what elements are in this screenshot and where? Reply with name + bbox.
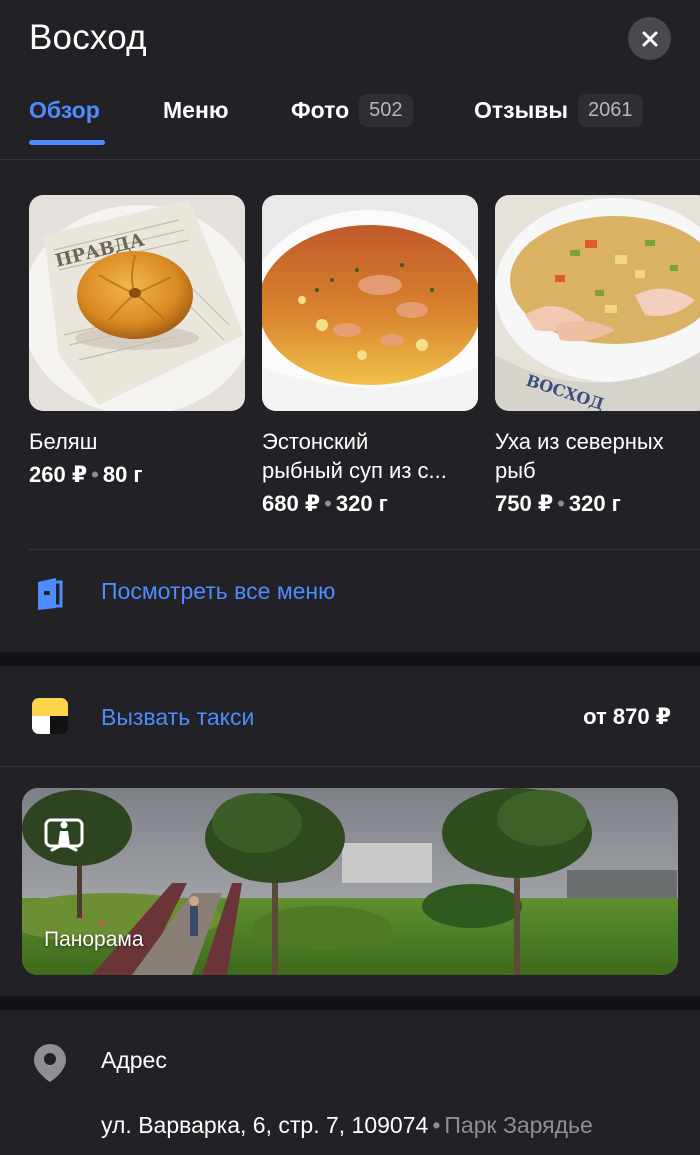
tab-overview[interactable]: Обзор <box>29 88 100 132</box>
dish-weight: 320 г <box>568 491 621 516</box>
tab-bar: Обзор Меню Фото 502 Отзывы 2061 <box>0 88 700 148</box>
tab-menu-label: Меню <box>163 96 229 123</box>
tab-overview-label: Обзор <box>29 96 100 123</box>
tab-reviews[interactable]: Отзывы 2061 <box>474 88 643 132</box>
dish-price: 680 ₽ <box>262 491 321 516</box>
dish-photo-fish-soup <box>262 195 478 411</box>
close-icon <box>642 31 657 46</box>
dish-name-line: Беляш <box>29 429 98 454</box>
location-pin-icon <box>34 1044 66 1082</box>
dish-price-weight: 750 ₽ • 320 г <box>495 491 700 517</box>
dish-photo-belyash: ПРАВДА <box>29 195 245 411</box>
dish-name: Беляш <box>29 427 245 456</box>
separator-dot: • <box>324 491 332 516</box>
place-title: Восход <box>29 18 147 57</box>
section-separator <box>0 652 700 666</box>
view-all-menu-label: Посмотреть все меню <box>101 578 336 604</box>
taxi-price: от 870 ₽ <box>583 704 671 729</box>
address-title: Адрес <box>101 1047 167 1073</box>
dish-price: 260 ₽ <box>29 462 88 487</box>
dish-name: Эстонский рыбный суп из с... <box>262 427 478 485</box>
active-tab-indicator <box>29 140 105 145</box>
yandex-taxi-icon <box>32 698 68 734</box>
separator-dot: • <box>557 491 565 516</box>
dish-name-line: рыб <box>495 458 536 483</box>
dish-card[interactable]: ПРАВДА Беляш 260 ₽ • 80 г <box>29 195 245 488</box>
dish-photo-ukha: ВОСХОД <box>495 195 700 411</box>
tab-menu[interactable]: Меню <box>163 88 229 132</box>
menu-book-icon <box>38 578 63 610</box>
landmark: Парк Зарядье <box>444 1112 593 1138</box>
reviews-count-badge: 2061 <box>578 93 643 127</box>
section-separator <box>0 996 700 1010</box>
separator-dot: • <box>432 1112 441 1138</box>
tab-photos-label: Фото <box>291 96 350 123</box>
dish-weight: 320 г <box>335 491 388 516</box>
close-button[interactable] <box>628 17 671 60</box>
dish-name-line: Уха из северных <box>495 429 664 454</box>
dish-name: Уха из северных рыб <box>495 427 700 485</box>
panorama-label: Панорама <box>44 928 144 951</box>
dish-weight: 80 г <box>102 462 143 487</box>
panorama-card[interactable]: Панорама <box>22 788 678 975</box>
call-taxi-label: Вызвать такси <box>101 704 255 730</box>
menu-section: ПРАВДА Беляш 260 ₽ • 80 г Эстонский рыбн… <box>0 160 700 652</box>
tab-photos[interactable]: Фото 502 <box>291 88 413 132</box>
dish-price-weight: 260 ₽ • 80 г <box>29 462 245 488</box>
dish-price: 750 ₽ <box>495 491 554 516</box>
dish-card[interactable]: Эстонский рыбный суп из с... 680 ₽ • 320 г <box>262 195 478 517</box>
panorama-icon <box>44 814 84 859</box>
call-taxi-row[interactable]: Вызвать такси от 870 ₽ <box>0 666 700 766</box>
dish-name-line: Эстонский <box>262 429 369 454</box>
divider <box>0 766 700 767</box>
separator-dot: • <box>91 462 99 487</box>
address-line[interactable]: ул. Варварка, 6, стр. 7, 109074 • Парк Зар… <box>101 1112 593 1139</box>
taxi-panorama-section: Вызвать такси от 870 ₽ Панорама <box>0 666 700 996</box>
place-header: Восход Обзор Меню Фото 502 Отзывы 2061 <box>0 0 700 160</box>
street-address: ул. Варварка, 6, стр. 7, 109074 <box>101 1112 429 1138</box>
address-section: Адрес ул. Варварка, 6, стр. 7, 109074 • Па… <box>0 1010 700 1155</box>
view-all-menu-button[interactable]: Посмотреть все меню <box>0 550 700 650</box>
dish-name-line: рыбный суп из с... <box>262 458 447 483</box>
dish-card[interactable]: ВОСХОД Уха из северных рыб 750 ₽ • 320 г <box>495 195 700 517</box>
dish-price-weight: 680 ₽ • 320 г <box>262 491 478 517</box>
photos-count-badge: 502 <box>359 93 413 127</box>
tab-reviews-label: Отзывы <box>474 96 569 123</box>
